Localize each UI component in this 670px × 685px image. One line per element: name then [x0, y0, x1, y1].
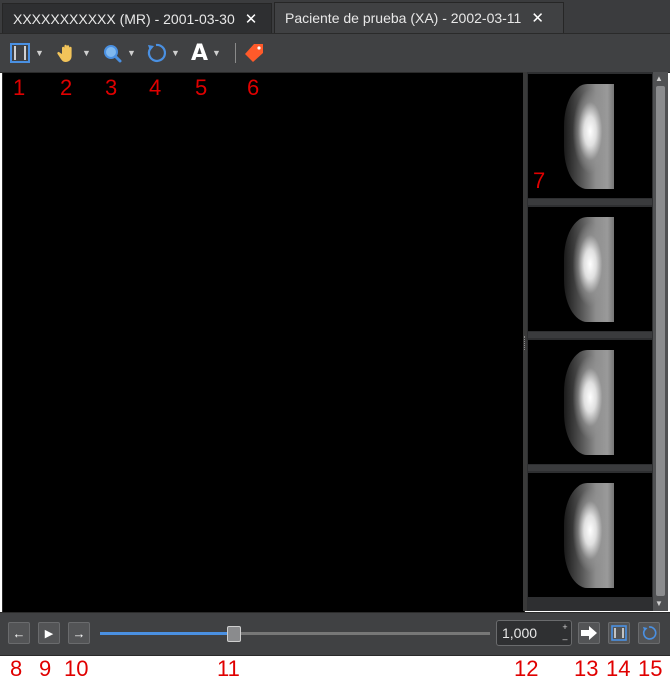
reset-rotation-button[interactable]: [638, 622, 660, 644]
toolbar: ▼ ▼ ▼ ▼ A ▼: [0, 33, 670, 73]
close-icon[interactable]: ✕: [531, 9, 544, 27]
callout-number: 6: [247, 75, 260, 100]
arrow-right-solid-icon: [581, 626, 597, 640]
callout-number: 11: [217, 656, 240, 681]
callout-number: 13: [574, 656, 599, 681]
thumbnail-scrollbar[interactable]: ▲ ▼: [653, 72, 668, 611]
thumbnail-divider: [528, 332, 652, 338]
callout-number: 4: [149, 75, 162, 100]
callout-number: 2: [60, 75, 73, 100]
xray-thumbnail-image: [564, 483, 622, 588]
frame-slider-handle[interactable]: [226, 626, 241, 642]
scroll-down-icon[interactable]: ▼: [655, 599, 663, 608]
layout-tool-button[interactable]: ▼: [9, 41, 44, 65]
chevron-down-icon[interactable]: ▼: [171, 48, 180, 58]
rotate-tool-button[interactable]: ▼: [145, 41, 180, 65]
pan-hand-icon: [57, 44, 72, 62]
text-annotation-tool-button[interactable]: A ▼: [191, 40, 221, 66]
increment-icon[interactable]: +: [559, 622, 571, 632]
callout-number: 8: [10, 656, 23, 681]
thumbnail-item[interactable]: [528, 207, 652, 331]
sync-arrow-button[interactable]: [578, 622, 600, 644]
tab-label: Paciente de prueba (XA) - 2002-03-11: [285, 10, 522, 26]
chevron-down-icon[interactable]: ▼: [82, 48, 91, 58]
scroll-up-icon[interactable]: ▲: [655, 74, 663, 83]
next-frame-button[interactable]: →: [68, 622, 90, 644]
tag-tool-button[interactable]: [243, 41, 265, 65]
rotate-icon: [642, 626, 657, 640]
thumbnail-item[interactable]: [528, 473, 652, 597]
arrow-right-icon: →: [72, 625, 86, 641]
tab-label: XXXXXXXXXXX (MR) - 2001-03-30: [13, 10, 235, 27]
callout-number: 1: [13, 75, 26, 100]
speed-spinbox[interactable]: 1,000 + –: [496, 620, 572, 646]
zoom-icon: [104, 45, 122, 63]
callout-number: 14: [606, 656, 631, 681]
tab-mr-study[interactable]: XXXXXXXXXXX (MR) - 2001-03-30 ✕: [2, 3, 272, 33]
play-icon: ▶: [44, 627, 54, 640]
callout-number: 3: [105, 75, 118, 100]
zoom-tool-button[interactable]: ▼: [101, 41, 136, 65]
scrollbar-thumb[interactable]: [656, 86, 665, 596]
thumbnail-divider: [528, 465, 652, 471]
thumbnail-item[interactable]: [528, 340, 652, 464]
decrement-icon[interactable]: –: [559, 634, 571, 644]
chevron-down-icon[interactable]: ▼: [35, 48, 44, 58]
text-annotation-icon: A: [191, 40, 209, 66]
xray-thumbnail-image: [564, 350, 622, 455]
callout-number: 7: [533, 168, 546, 193]
xray-thumbnail-image: [564, 217, 622, 322]
image-viewport[interactable]: [2, 72, 525, 613]
toolbar-separator: [235, 43, 236, 63]
fit-layout-button[interactable]: [608, 622, 630, 644]
layout-icon: [10, 43, 30, 63]
callout-number: 5: [195, 75, 208, 100]
playback-bar: ← ▶ → 1,000 + –: [0, 612, 670, 656]
xray-thumbnail-image: [564, 84, 622, 189]
arrow-left-icon: ←: [12, 625, 26, 641]
close-icon[interactable]: ✕: [245, 10, 258, 28]
play-button[interactable]: ▶: [38, 622, 60, 644]
tag-icon: [245, 44, 263, 62]
layout-icon: [611, 625, 627, 641]
thumbnail-divider: [528, 199, 652, 205]
frame-slider-fill: [100, 632, 233, 635]
pan-tool-button[interactable]: ▼: [56, 41, 91, 65]
callout-number: 9: [39, 656, 52, 681]
callout-number: 10: [64, 656, 89, 681]
chevron-down-icon[interactable]: ▼: [127, 48, 136, 58]
speed-value[interactable]: 1,000: [502, 625, 537, 641]
callout-number: 15: [638, 656, 663, 681]
rotate-icon: [147, 43, 167, 62]
tab-xa-study[interactable]: Paciente de prueba (XA) - 2002-03-11 ✕: [274, 2, 564, 33]
previous-frame-button[interactable]: ←: [8, 622, 30, 644]
thumbnail-item[interactable]: [528, 74, 652, 198]
chevron-down-icon[interactable]: ▼: [212, 48, 221, 58]
callout-number: 12: [514, 656, 539, 681]
